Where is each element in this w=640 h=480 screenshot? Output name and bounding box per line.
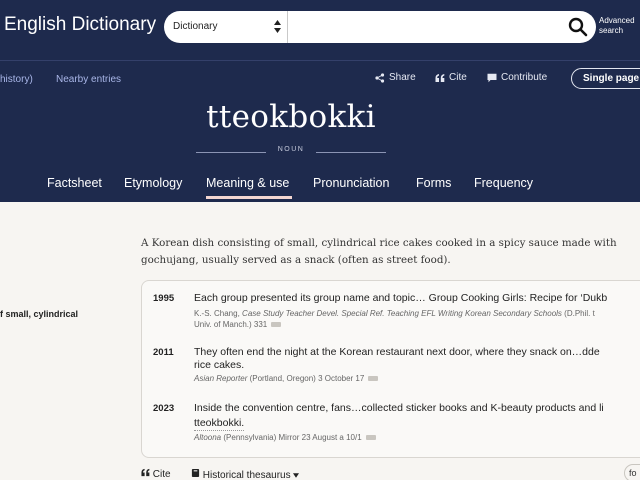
citation-work: Asian Reporter bbox=[194, 374, 248, 383]
quotation-year: 2023 bbox=[153, 403, 175, 414]
main-content: f small, cylindrical A Korean dish consi… bbox=[0, 202, 640, 480]
comment-icon bbox=[487, 73, 497, 82]
quote-icon bbox=[435, 73, 445, 82]
historical-thesaurus-label: Historical thesaurus bbox=[202, 470, 291, 480]
tab-etymology[interactable]: Etymology bbox=[124, 176, 182, 190]
sort-icon bbox=[274, 20, 281, 33]
quotation-expand-icon[interactable] bbox=[365, 435, 376, 441]
chevron-down-icon bbox=[293, 473, 300, 478]
quotation-citation: K.-S. Chang, Case Study Teacher Devel. S… bbox=[194, 309, 640, 319]
definition-text: A Korean dish consisting of small, cylin… bbox=[141, 237, 617, 266]
citation-details: (Pennsylvania) Mirror 23 August a 10/1 bbox=[223, 433, 362, 442]
cite-label: Cite bbox=[449, 72, 467, 83]
quotation-text-line2: rice cakes. bbox=[194, 359, 245, 371]
sense-outline-item[interactable]: f small, cylindrical bbox=[0, 309, 78, 319]
header-divider bbox=[0, 60, 640, 61]
book-icon bbox=[191, 468, 200, 478]
top-bar: English Dictionary Dictionary Advanced s… bbox=[0, 0, 640, 60]
tab-forms[interactable]: Forms bbox=[416, 176, 451, 190]
nearby-entries-link[interactable]: Nearby entries bbox=[56, 74, 121, 85]
history-link[interactable]: history) bbox=[0, 74, 33, 85]
citation-author: K.-S. Chang, bbox=[194, 309, 240, 318]
tab-factsheet[interactable]: Factsheet bbox=[47, 176, 102, 190]
tab-pronunciation[interactable]: Pronunciation bbox=[313, 176, 389, 190]
headword: tteokbokki bbox=[206, 99, 376, 135]
quotation-citation: Altoona (Pennsylvania) Mirror 23 August … bbox=[194, 433, 640, 443]
quote-icon bbox=[141, 468, 150, 477]
pos-rule-right bbox=[316, 152, 386, 153]
search-icon[interactable] bbox=[568, 17, 588, 37]
cite-button[interactable]: Cite bbox=[435, 72, 467, 83]
citation-details: (D.Phil. t bbox=[564, 309, 595, 318]
side-pill-button[interactable]: fo bbox=[624, 464, 640, 480]
single-page-button[interactable]: Single page bbox=[571, 68, 640, 89]
entry-toolbar: history) Nearby entries Share Cite Contr… bbox=[0, 64, 640, 94]
site-title[interactable]: English Dictionary bbox=[4, 14, 156, 36]
quotation-text: Each group presented its group name and … bbox=[194, 292, 608, 304]
quotation-year: 2011 bbox=[153, 347, 174, 358]
quotation-year: 1995 bbox=[153, 293, 175, 304]
historical-thesaurus-button[interactable]: Historical thesaurus bbox=[191, 468, 300, 480]
share-label: Share bbox=[389, 72, 416, 83]
tab-meaning-and-use[interactable]: Meaning & use bbox=[206, 176, 289, 190]
citation-details: (Portland, Oregon) 3 October 17 bbox=[249, 374, 365, 383]
search-bar: Dictionary bbox=[164, 11, 596, 43]
search-scope-label: Dictionary bbox=[173, 21, 218, 32]
entry-tabs: Factsheet Etymology Meaning & use Pronun… bbox=[0, 172, 640, 200]
advanced-search-line2: search bbox=[599, 26, 624, 35]
share-icon bbox=[375, 72, 385, 83]
citation-work: Altoona bbox=[194, 433, 222, 442]
advanced-search-line1: Advanced bbox=[599, 16, 635, 25]
quotation-text: Inside the convention centre, fans…colle… bbox=[194, 402, 604, 414]
quotation-text: They often end the night at the Korean r… bbox=[194, 346, 600, 358]
quotation-highlight-term[interactable]: tteokbokki. bbox=[194, 417, 245, 431]
contribute-button[interactable]: Contribute bbox=[487, 72, 547, 83]
active-tab-indicator bbox=[206, 196, 292, 199]
quotations-box: 1995 Each group presented its group name… bbox=[141, 280, 640, 458]
sense-cite-button[interactable]: Cite bbox=[141, 468, 171, 480]
quotation-expand-icon[interactable] bbox=[271, 322, 282, 328]
search-input[interactable] bbox=[289, 11, 549, 43]
site-header: English Dictionary Dictionary Advanced s… bbox=[0, 0, 640, 202]
citation-details: Univ. of Manch.) 331 bbox=[194, 320, 268, 329]
sense-cite-label: Cite bbox=[152, 469, 171, 480]
quotation-expand-icon[interactable] bbox=[368, 376, 379, 382]
share-button[interactable]: Share bbox=[375, 72, 416, 83]
search-scope-select[interactable]: Dictionary bbox=[164, 11, 288, 43]
contribute-label: Contribute bbox=[501, 72, 548, 83]
advanced-search-link[interactable]: Advanced search bbox=[599, 16, 639, 36]
quotation-citation: Asian Reporter (Portland, Oregon) 3 Octo… bbox=[194, 374, 640, 384]
citation-work: Case Study Teacher Devel. Special Ref. T… bbox=[242, 309, 562, 318]
tab-frequency[interactable]: Frequency bbox=[474, 176, 533, 190]
quotation-citation-line2: Univ. of Manch.) 331 bbox=[194, 320, 640, 330]
